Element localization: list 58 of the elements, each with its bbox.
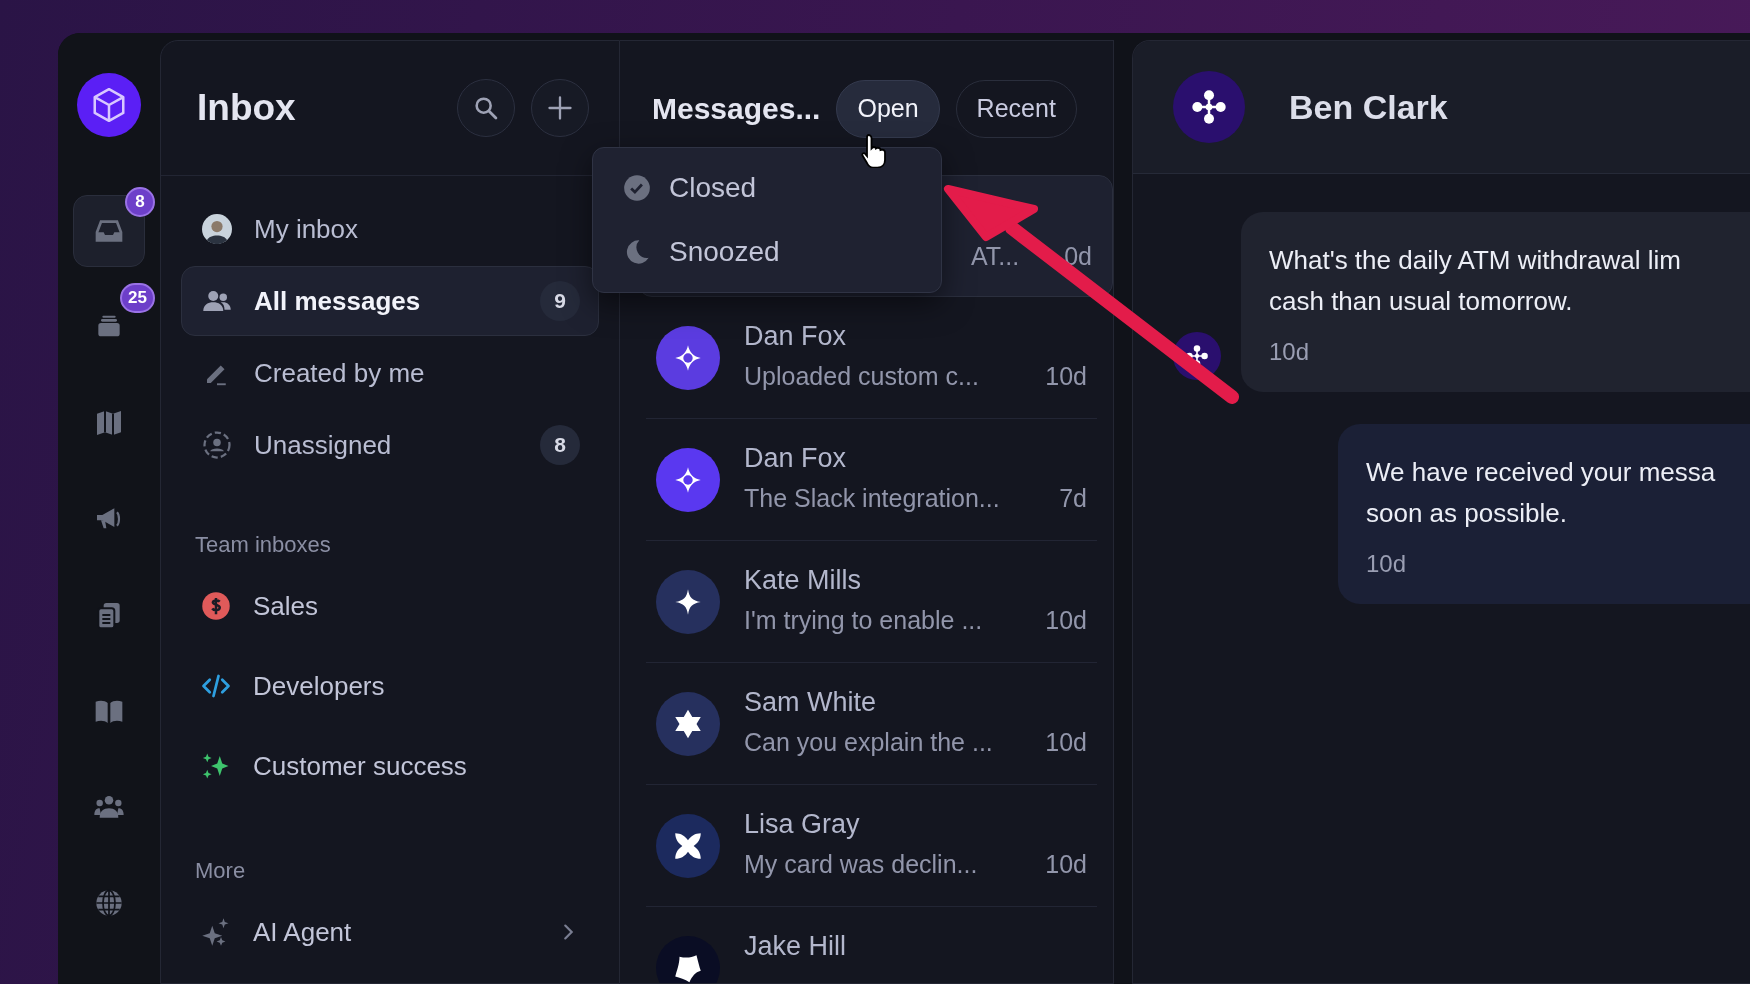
nav-item[interactable]: All messages 9	[181, 266, 599, 336]
message-preview: My card was declin...	[744, 850, 978, 879]
message-preview: Can you explain the ...	[744, 728, 993, 757]
conversation-row[interactable]: Dan Fox The Slack integration... 7d	[646, 419, 1097, 541]
contact-name: Jake Hill	[744, 931, 848, 962]
inbox-item[interactable]: Sales	[181, 566, 599, 646]
nav-item[interactable]: My inbox	[181, 194, 599, 264]
inbox-item[interactable]: AI Agent	[181, 892, 599, 972]
timestamp: 10d	[1045, 728, 1087, 757]
timestamp: 10d	[1269, 338, 1311, 366]
message-preview: AT...	[971, 242, 1020, 271]
contact-name: Dan Fox	[744, 443, 848, 474]
avatar-icon	[202, 214, 232, 244]
timestamp: 10d	[1366, 550, 1408, 578]
message-text: What's the daily ATM withdrawal lim cash than usual tomorrow.	[1269, 244, 1682, 318]
conversation-row[interactable]: Lisa Gray My card was declin... 10d	[646, 785, 1097, 907]
contact-name: Lisa Gray	[744, 809, 861, 840]
contact-name: Sam White	[744, 687, 878, 718]
inbox-item[interactable]: Developers	[181, 646, 599, 726]
count-badge: 8	[540, 425, 580, 465]
message-preview: Uploaded custom c...	[744, 362, 979, 391]
menu-item[interactable]: Closed	[623, 158, 941, 218]
timestamp: 0d	[1064, 242, 1092, 271]
rail-button[interactable]	[73, 195, 145, 267]
list-title: Messages...	[652, 91, 821, 126]
clover-icon	[1189, 87, 1229, 127]
conversation-row[interactable]: Dan Fox Uploaded custom c... 10d	[646, 297, 1097, 419]
search-icon	[472, 94, 500, 122]
contact-name: Kate Mills	[744, 565, 863, 596]
timestamp: 10d	[1045, 850, 1087, 879]
count-badge: 8	[125, 187, 155, 217]
conversation-row[interactable]: Kate Mills I'm trying to enable ... 10d	[646, 541, 1097, 663]
check-circle-icon	[623, 174, 651, 202]
conversation-row[interactable]: Sam White Can you explain the ... 10d	[646, 663, 1097, 785]
nav-item[interactable]: Created by me	[181, 338, 599, 408]
globe-icon	[93, 887, 125, 919]
plus-icon	[546, 94, 574, 122]
cube-icon	[90, 86, 128, 124]
sparkle-icon	[201, 917, 231, 947]
count-badge: 25	[120, 283, 155, 313]
nav-item[interactable]: Unassigned 8	[181, 410, 599, 480]
contact-name: Dan Fox	[744, 321, 848, 352]
person-circle-icon	[202, 430, 232, 460]
timestamp: 10d	[1045, 362, 1087, 391]
message-text: We have received your messa soon as possible.	[1366, 456, 1717, 530]
count-badge: 9	[540, 281, 580, 321]
timestamp: 10d	[1045, 606, 1087, 635]
conversation-row[interactable]: Jake Hill	[646, 907, 1097, 983]
inbox-title: Inbox	[197, 87, 297, 129]
section-heading: More	[194, 858, 247, 884]
contact-name: Ben Clark	[1289, 87, 1448, 127]
message-preview: I'm trying to enable ...	[744, 606, 983, 635]
inbox-item[interactable]: Customer success	[181, 726, 599, 806]
message-preview: The Slack integration...	[744, 484, 1000, 513]
timestamp: 7d	[1059, 484, 1087, 513]
filter-button[interactable]: Open	[836, 79, 940, 138]
menu-item[interactable]: Snoozed	[623, 222, 941, 282]
section-heading: Team inboxes	[194, 532, 332, 558]
